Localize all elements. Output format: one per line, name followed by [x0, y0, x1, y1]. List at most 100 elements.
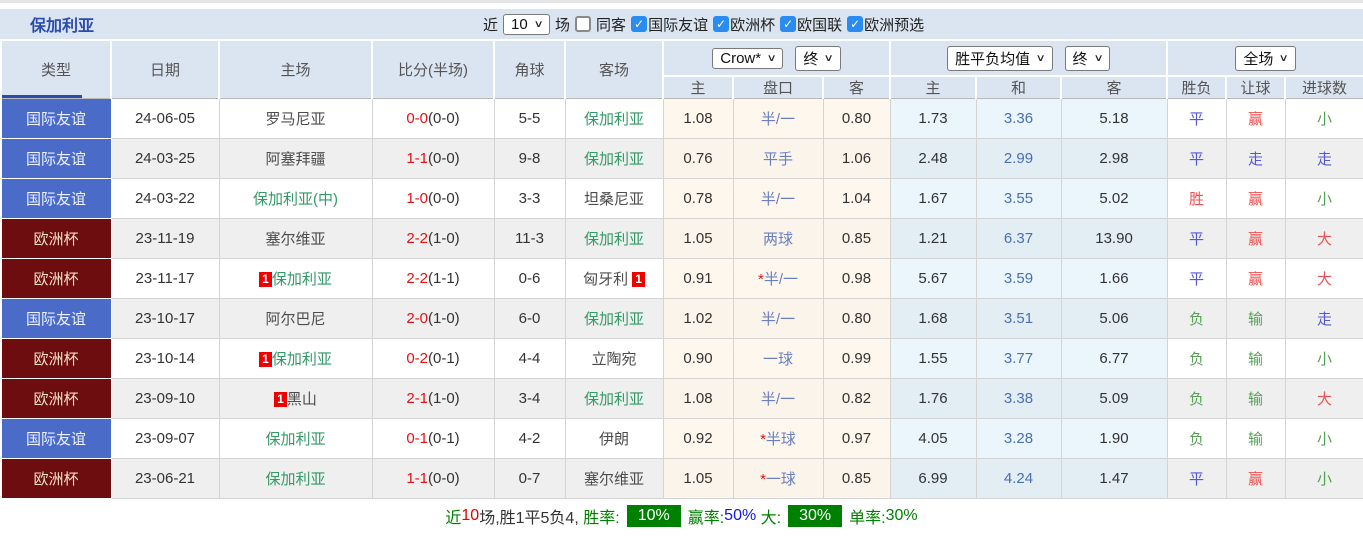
competition-filter[interactable]: 欧洲杯 — [713, 14, 775, 35]
fulltime-score: 1-0 — [406, 190, 428, 207]
avg-home-odds: 1.21 — [889, 218, 977, 259]
result-goals: 小 — [1317, 111, 1333, 128]
period-select[interactable]: 全场 ∨ — [1235, 45, 1296, 71]
competition-filter[interactable]: 欧国联 — [780, 14, 842, 35]
fulltime-score: 1-1 — [406, 150, 428, 167]
home-team-name: 塞尔维亚 — [265, 231, 326, 248]
handicap-value: 两球 — [762, 231, 793, 248]
header-score: 比分(半场) — [371, 39, 495, 99]
odds-home: 0.90 — [662, 338, 734, 379]
match-row: 国际友谊 24-03-22 保加利亚(中) 1-0(0-0) 3-3 坦桑尼亚 … — [0, 178, 1363, 219]
match-count-select[interactable]: 10 ∨ — [503, 13, 551, 35]
result-goals: 大 — [1317, 231, 1333, 248]
avg-home-odds: 1.68 — [889, 298, 977, 339]
handicap-value: 半/一 — [760, 191, 796, 208]
home-team-cell: 保加利亚(中) — [218, 178, 373, 219]
summary-bar: 近 10 场,胜1平5负4, 胜率: 10% 赢率: 50% 大: 30% 单率: 30% — [0, 499, 1363, 533]
score-cell: 1-0(0-0) — [371, 178, 495, 219]
home-team-cell: 保加利亚 — [218, 418, 373, 459]
corner-count: 4-4 — [493, 338, 566, 379]
header-type: 类型 — [0, 39, 112, 99]
handicap-cell: *半球 — [732, 418, 824, 459]
count-suffix-label: 场 — [555, 16, 571, 34]
result-wdl-cell: 平 — [1166, 218, 1227, 259]
avg-draw-odds: 3.59 — [975, 258, 1062, 299]
home-team-cell: 1 黑山 — [218, 378, 373, 419]
fulltime-score: 0-0 — [406, 110, 428, 127]
same-away-label[interactable]: 同客 — [596, 14, 626, 35]
halftime-score: (1-1) — [428, 270, 460, 287]
filter-checkbox[interactable] — [847, 16, 864, 32]
big-rate-label: 大: — [756, 510, 782, 527]
odds-rate-label: 赢率: — [687, 510, 725, 527]
avg-draw-odds: 3.28 — [975, 418, 1062, 459]
filter-checkbox[interactable] — [780, 16, 797, 32]
odds-away: 0.80 — [822, 98, 891, 139]
odds-home: 0.76 — [662, 138, 734, 179]
odds-away: 0.98 — [822, 258, 891, 299]
result-handicap-cell: 赢 — [1225, 458, 1286, 499]
result-goals-cell: 小 — [1284, 458, 1363, 499]
match-type-badge: 国际友谊 — [0, 178, 112, 219]
single-rate-value: 30% — [885, 507, 918, 524]
odds-home: 0.78 — [662, 178, 734, 219]
subheader-odds-away: 客 — [821, 75, 892, 99]
chevron-down-icon: ∨ — [533, 18, 544, 30]
bookmaker-select[interactable]: Crow* ∨ — [712, 47, 784, 69]
page-top-strip — [0, 0, 1363, 9]
result-wdl-cell: 负 — [1166, 378, 1227, 419]
subheader-result-goals: 进球数 — [1284, 75, 1363, 99]
wdl-state-select[interactable]: 终 ∨ — [1064, 45, 1110, 71]
result-wdl-cell: 负 — [1166, 418, 1227, 459]
score-cell: 1-1(0-0) — [371, 458, 495, 499]
summary-near: 近 — [445, 510, 462, 527]
match-row: 欧洲杯 23-06-21 保加利亚 1-1(0-0) 0-7 塞尔维亚 1.05… — [0, 458, 1363, 499]
match-row: 欧洲杯 23-11-17 1 保加利亚 2-2(1-1) 0-6 匈牙利 1 0.… — [0, 258, 1363, 299]
filter-checkbox[interactable] — [713, 16, 730, 32]
away-team-cell: 保加利亚 — [564, 298, 664, 339]
home-team-name: 保加利亚 — [271, 351, 332, 368]
match-date: 23-11-17 — [110, 258, 220, 299]
result-handicap-cell: 输 — [1225, 338, 1286, 379]
result-wdl: 平 — [1189, 471, 1205, 488]
away-team-name: 伊朗 — [598, 431, 629, 448]
competition-filter[interactable]: 欧洲预选 — [847, 14, 924, 35]
handicap-value: 半/一 — [760, 391, 796, 408]
wdl-average-select[interactable]: 胜平负均值 ∨ — [947, 45, 1053, 71]
handicap-cell: 两球 — [732, 218, 824, 259]
filter-controls: 近 10 ∨ 场 同客 国际友谊 欧洲杯 欧国联 欧洲预 — [483, 9, 924, 39]
handicap-cell: 半/一 — [732, 98, 824, 139]
avg-draw-odds: 4.24 — [975, 458, 1062, 499]
away-team-name: 保加利亚 — [583, 391, 644, 408]
chevron-down-icon: ∨ — [1278, 52, 1290, 64]
corner-count: 11-3 — [493, 218, 566, 259]
result-wdl-cell: 平 — [1166, 258, 1227, 299]
score-cell: 0-2(0-1) — [371, 338, 495, 379]
fulltime-score: 2-1 — [406, 390, 428, 407]
summary-count: 10 — [461, 507, 480, 524]
filter-label: 国际友谊 — [648, 16, 709, 34]
result-wdl-cell: 平 — [1166, 98, 1227, 139]
avg-home-odds: 2.48 — [889, 138, 977, 179]
single-rate-label: 单率: — [849, 510, 886, 527]
matches-table: 类型 日期 主场 比分(半场) 角球 客场 Crow* ∨ 终 ∨ 胜平负均值 … — [0, 39, 1363, 499]
odds-away: 0.82 — [822, 378, 891, 419]
avg-away-odds: 1.90 — [1060, 418, 1168, 459]
filter-label: 欧国联 — [797, 16, 843, 34]
filter-checkbox[interactable] — [631, 16, 648, 32]
odds-state-select[interactable]: 终 ∨ — [795, 45, 841, 71]
same-away-checkbox[interactable] — [575, 16, 592, 32]
match-type-badge: 国际友谊 — [0, 138, 112, 179]
home-team-name: 保加利亚 — [265, 471, 326, 488]
match-date: 24-03-25 — [110, 138, 220, 179]
result-wdl: 负 — [1189, 391, 1205, 408]
away-team-cell: 伊朗 — [564, 418, 664, 459]
result-handicap: 输 — [1248, 431, 1264, 448]
result-goals-cell: 走 — [1284, 138, 1363, 179]
corner-count: 6-0 — [493, 298, 566, 339]
competition-filter[interactable]: 国际友谊 — [631, 14, 708, 35]
home-team-cell: 1 保加利亚 — [218, 338, 373, 379]
away-team-cell: 立陶宛 — [564, 338, 664, 379]
result-wdl-cell: 平 — [1166, 138, 1227, 179]
topbar: 保加利亚 近 10 ∨ 场 同客 国际友谊 欧洲杯 欧国联 — [0, 9, 1363, 39]
